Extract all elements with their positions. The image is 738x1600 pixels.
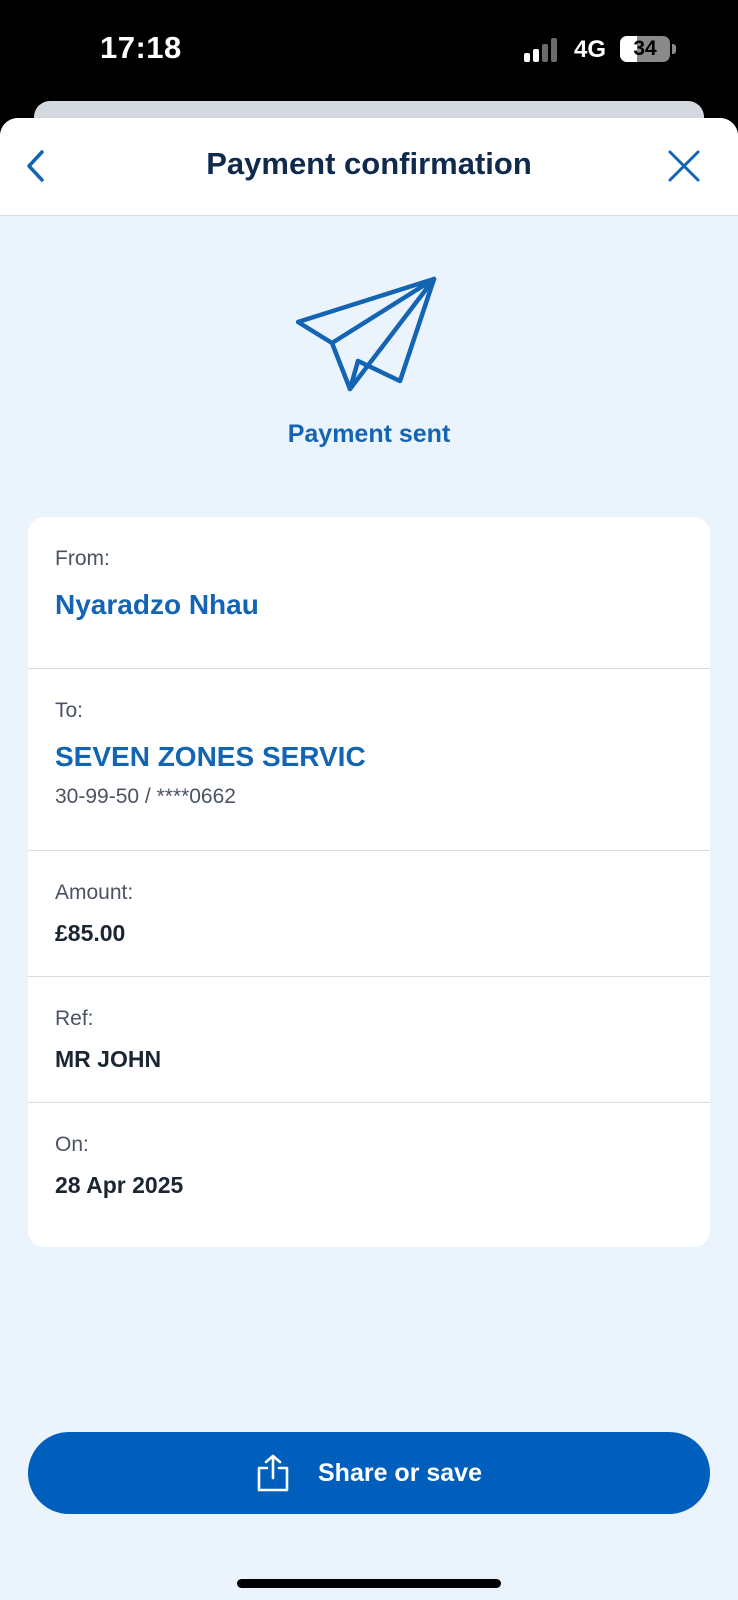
close-button[interactable]	[664, 146, 704, 186]
status-time: 17:18	[100, 30, 182, 65]
on-label: On:	[55, 1133, 89, 1156]
detail-row-to: To: SEVEN ZONES SERVIC 30-99-50 / ****06…	[28, 669, 710, 851]
payment-details-card: From: Nyaradzo Nhau To: SEVEN ZONES SERV…	[28, 517, 710, 1247]
amount-label: Amount:	[55, 881, 134, 904]
detail-row-from: From: Nyaradzo Nhau	[28, 517, 710, 669]
to-value: SEVEN ZONES SERVIC	[55, 741, 366, 772]
to-account: 30-99-50 / ****0662	[55, 785, 236, 808]
to-label: To:	[55, 699, 84, 722]
share-icon	[257, 1454, 289, 1492]
signal-strength-icon	[524, 38, 564, 62]
battery-tip	[672, 44, 676, 54]
from-label: From:	[55, 547, 110, 570]
status-bar: 17:18 4G 34	[0, 0, 738, 100]
payment-status: Payment sent	[287, 420, 451, 448]
amount-value: £85.00	[55, 920, 126, 946]
ref-label: Ref:	[55, 1007, 94, 1030]
close-icon	[668, 150, 700, 182]
detail-row-on: On: 28 Apr 2025	[28, 1103, 710, 1247]
paper-plane-icon	[296, 276, 437, 392]
share-or-save-button[interactable]: Share or save	[28, 1432, 710, 1514]
nav-header: Payment confirmation	[0, 118, 738, 216]
home-indicator	[237, 1579, 501, 1588]
ref-value: MR JOHN	[55, 1046, 162, 1072]
detail-row-ref: Ref: MR JOHN	[28, 977, 710, 1103]
detail-row-amount: Amount: £85.00	[28, 851, 710, 977]
payment-confirmation-sheet: Payment confirmation Payment sent From: …	[0, 118, 738, 1600]
share-button-label: Share or save	[318, 1458, 482, 1487]
from-value: Nyaradzo Nhau	[55, 589, 259, 620]
network-type: 4G	[574, 36, 607, 63]
on-value: 28 Apr 2025	[55, 1172, 184, 1198]
page-title: Payment confirmation	[206, 146, 532, 181]
battery-icon: 34	[620, 36, 670, 62]
battery-percent: 34	[633, 37, 657, 60]
